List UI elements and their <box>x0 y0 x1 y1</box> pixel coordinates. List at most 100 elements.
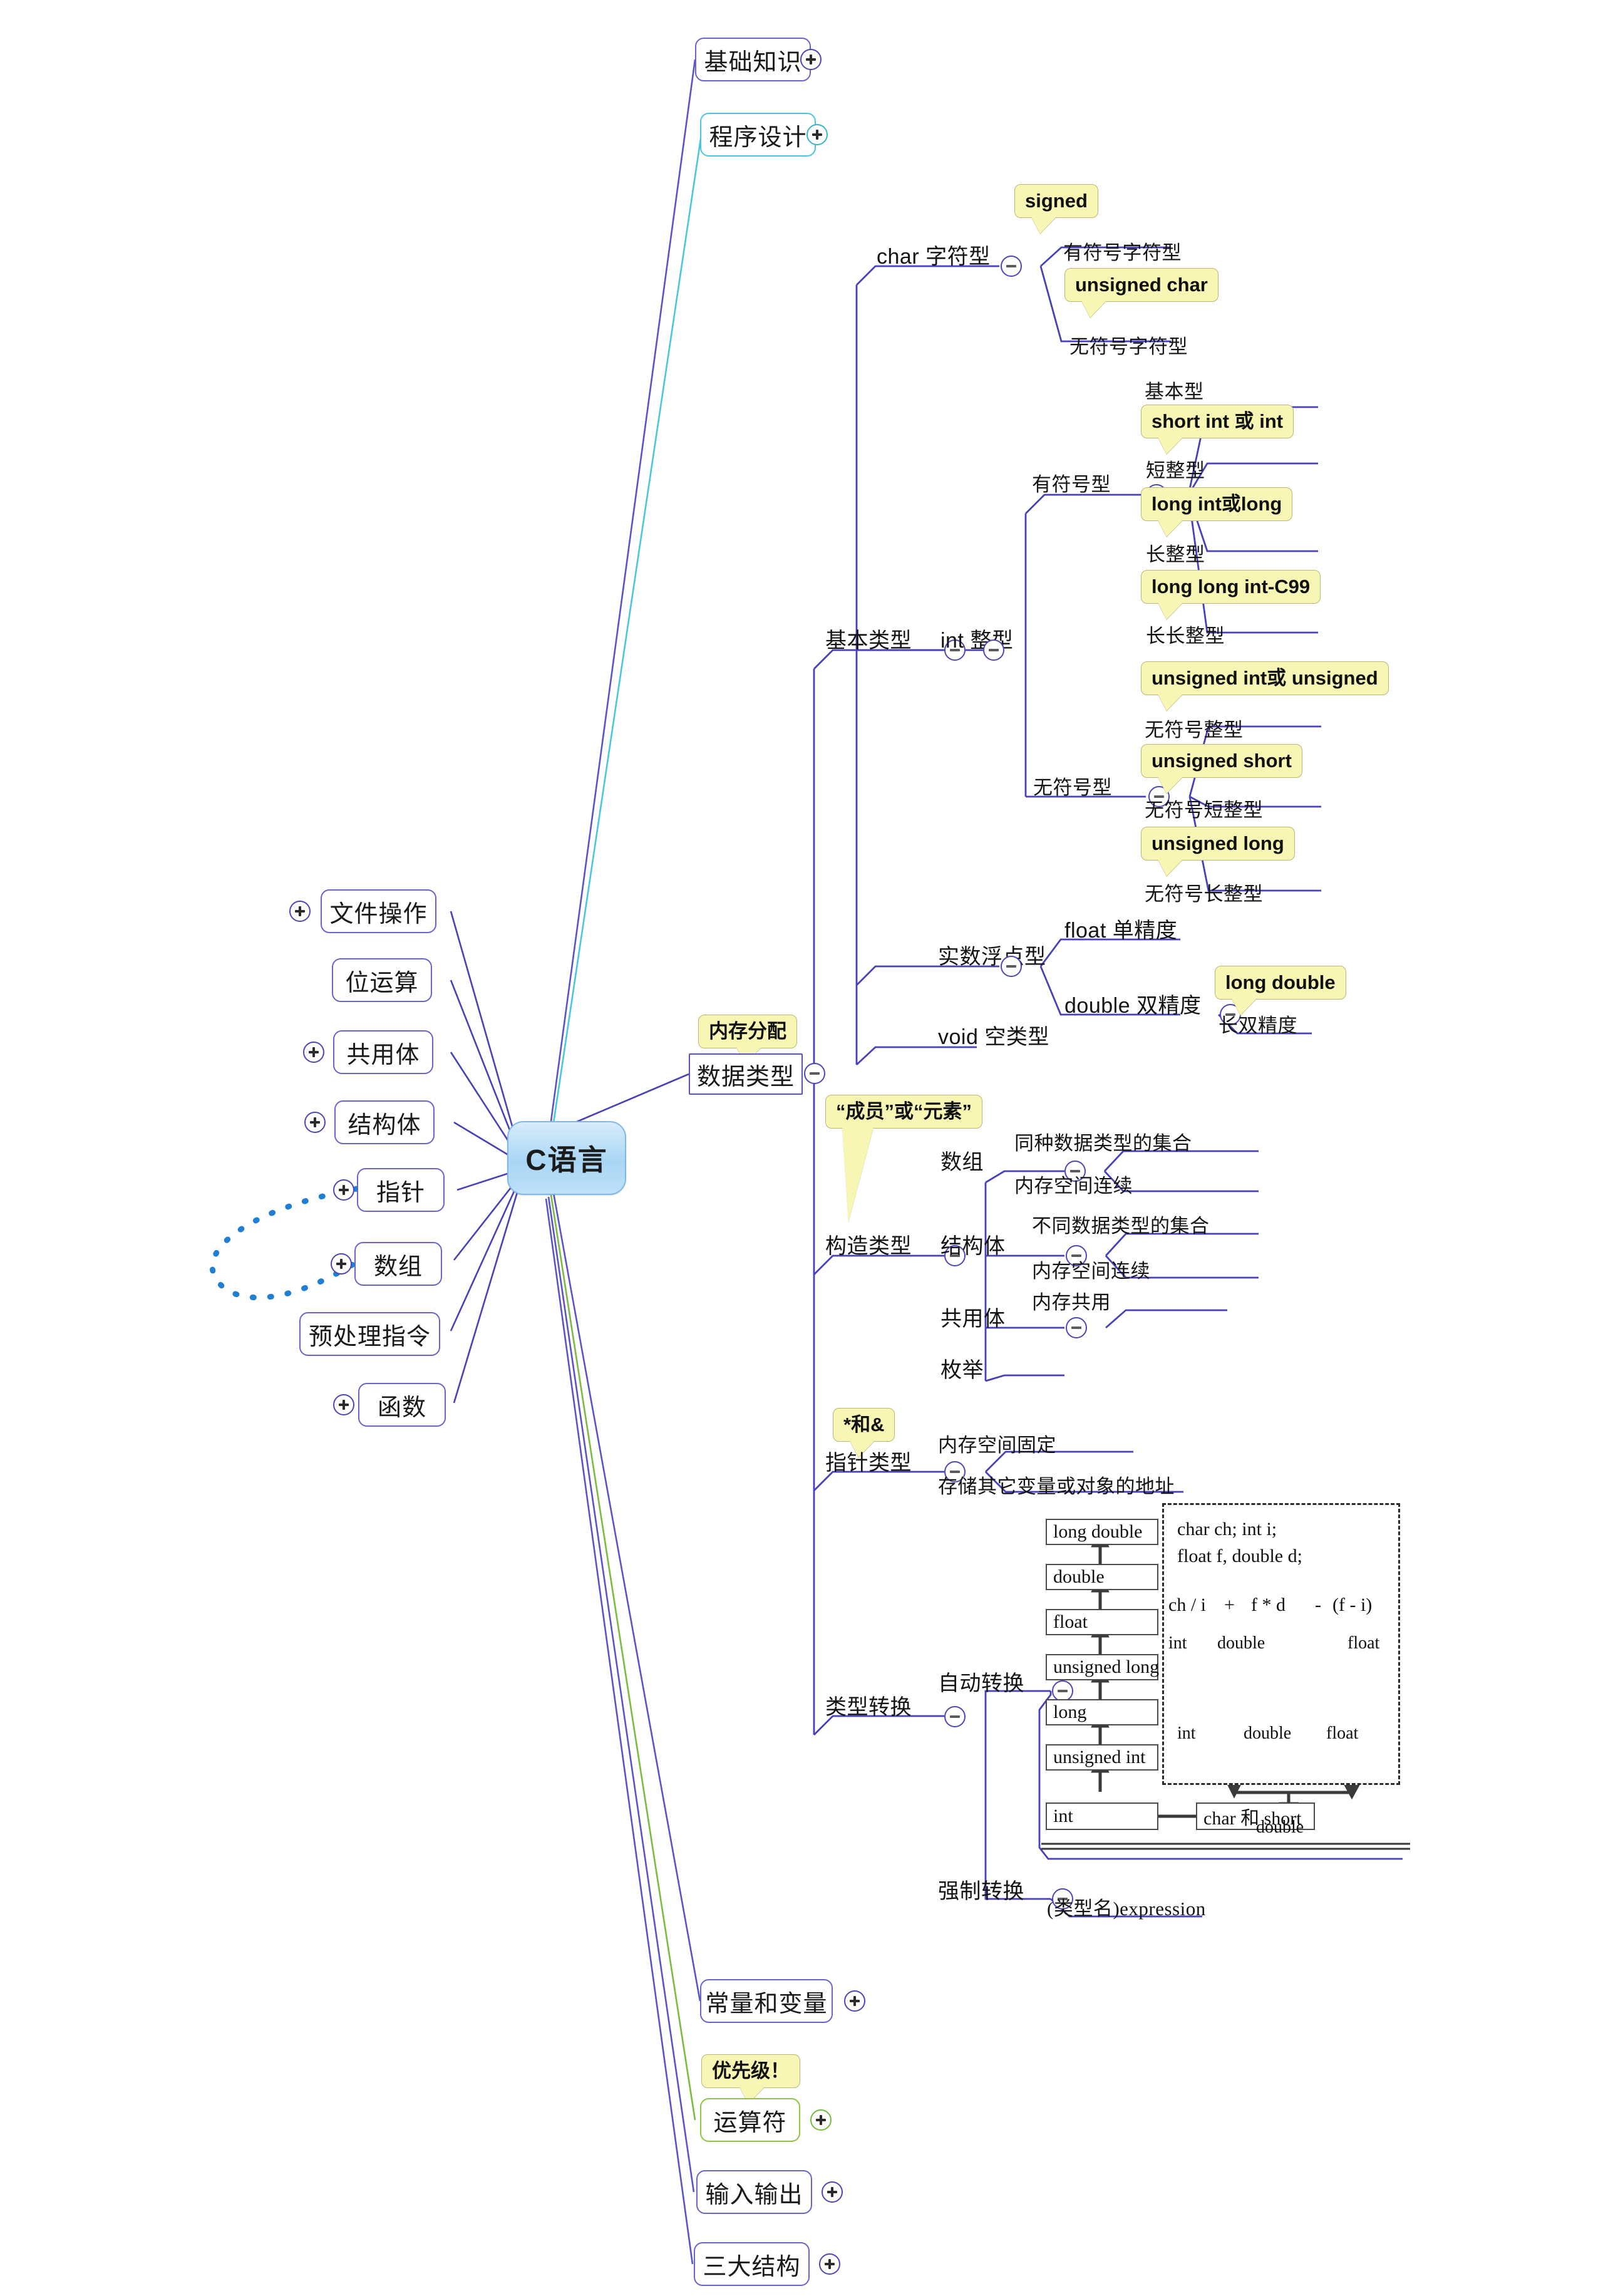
node-label: 位运算 <box>345 970 419 996</box>
callout-tail <box>1158 602 1183 620</box>
label-type-conversion[interactable]: 类型转换 <box>825 1690 912 1720</box>
toggle-file-operations[interactable] <box>289 901 311 922</box>
label-unsigned-char[interactable]: 无符号字符型 <box>1069 331 1188 359</box>
callout-unsigned-int: unsigned int或 unsigned <box>1141 661 1389 711</box>
expr-op-minus: - <box>1315 1595 1321 1615</box>
callout-label: unsigned char <box>1075 274 1208 296</box>
label-void-type[interactable]: void 空类型 <box>938 1020 1049 1050</box>
toggle-three-structures[interactable] <box>819 2253 840 2275</box>
label-unsigned-long[interactable]: 无符号长整型 <box>1145 878 1263 906</box>
label-constructed-type[interactable]: 构造类型 <box>825 1229 912 1259</box>
node-struct[interactable]: 结构体 <box>334 1100 435 1144</box>
ladder-box-unsigned-int: unsigned int <box>1046 1744 1158 1771</box>
label-char-type[interactable]: char 字符型 <box>877 239 991 270</box>
example-declaration-line-2: float f, double d; <box>1177 1546 1302 1566</box>
callout-long-double: long double <box>1215 966 1346 1016</box>
connector-lines <box>209 59 1403 2265</box>
expr-level1-int: int <box>1168 1633 1187 1653</box>
expr-level2-float: float <box>1326 1724 1359 1743</box>
node-union[interactable]: 共用体 <box>333 1030 433 1074</box>
label-struct-node[interactable]: 结构体 <box>940 1229 1006 1259</box>
node-label: 常量和变量 <box>705 1990 828 2017</box>
node-input-output[interactable]: 输入输出 <box>696 2170 812 2214</box>
expr-term-f-mul-d: f * d <box>1251 1595 1286 1615</box>
label-long-double-precision[interactable]: 长双精度 <box>1219 1010 1297 1038</box>
label-union-node[interactable]: 共用体 <box>940 1301 1006 1332</box>
label-basic-type[interactable]: 基本类型 <box>825 623 912 654</box>
ladder-box-long: long <box>1046 1699 1158 1725</box>
toggle-function[interactable] <box>333 1394 354 1415</box>
label-forced-conversion[interactable]: 强制转换 <box>938 1874 1024 1905</box>
callout-priority: 优先级！ <box>701 2054 800 2104</box>
toggle-float-type[interactable] <box>1001 956 1022 977</box>
label-float-type[interactable]: 实数浮点型 <box>938 939 1046 970</box>
toggle-data-type[interactable] <box>804 1063 825 1084</box>
label-array-contiguous[interactable]: 内存空间连续 <box>1014 1170 1133 1198</box>
toggle-union-node[interactable] <box>1066 1317 1087 1338</box>
ladder-label: int <box>1053 1806 1073 1826</box>
callout-long-long-int: long long int-C99 <box>1141 570 1321 620</box>
label-double-precision[interactable]: double 双精度 <box>1064 988 1202 1019</box>
toggle-auto-conversion[interactable] <box>1052 1680 1073 1702</box>
toggle-struct[interactable] <box>304 1112 326 1133</box>
node-basic-knowledge[interactable]: 基础知识 <box>695 38 811 81</box>
label-short-int[interactable]: 短整型 <box>1146 455 1205 483</box>
label-fixed-memory[interactable]: 内存空间固定 <box>938 1429 1056 1457</box>
label-long-long-int[interactable]: 长长整型 <box>1146 620 1225 648</box>
label-unsigned-short[interactable]: 无符号短整型 <box>1145 794 1263 822</box>
callout-label: signed <box>1025 190 1088 212</box>
callout-member-element: “成员”或“元素” <box>825 1095 982 1223</box>
callout-label: “成员”或“元素” <box>836 1100 972 1122</box>
callout-label: *和& <box>843 1414 885 1435</box>
label-array-same-type[interactable]: 同种数据类型的集合 <box>1014 1127 1192 1156</box>
toggle-constants-variables[interactable] <box>844 1990 865 2012</box>
node-program-design[interactable]: 程序设计 <box>700 113 816 157</box>
label-unsigned-int-group[interactable]: 无符号型 <box>1033 772 1112 800</box>
callout-label: unsigned short <box>1152 750 1292 772</box>
node-file-operations[interactable]: 文件操作 <box>321 889 436 933</box>
node-preprocessor[interactable]: 预处理指令 <box>299 1312 440 1356</box>
toggle-array[interactable] <box>331 1253 352 1275</box>
central-topic[interactable]: C语言 <box>507 1121 626 1195</box>
node-three-structures[interactable]: 三大结构 <box>694 2242 810 2286</box>
label-signed-int[interactable]: 有符号型 <box>1032 468 1111 497</box>
label-enum-node[interactable]: 枚举 <box>940 1353 984 1383</box>
toggle-type-conversion[interactable] <box>944 1706 966 1727</box>
ladder-label: unsigned long <box>1053 1657 1160 1677</box>
label-float-single[interactable]: float 单精度 <box>1064 913 1177 944</box>
label-basic-int[interactable]: 基本型 <box>1145 376 1204 404</box>
label-struct-contiguous[interactable]: 内存空间连续 <box>1032 1255 1150 1283</box>
label-struct-diff-type[interactable]: 不同数据类型的集合 <box>1032 1210 1210 1238</box>
node-label: 指针 <box>376 1179 425 1206</box>
label-signed-char[interactable]: 有符号字符型 <box>1063 237 1182 265</box>
toggle-operators[interactable] <box>810 2109 832 2131</box>
toggle-int-type[interactable] <box>983 639 1004 661</box>
toggle-program-design[interactable] <box>806 124 828 145</box>
node-array[interactable]: 数组 <box>354 1242 442 1286</box>
node-data-type[interactable]: 数据类型 <box>689 1053 803 1095</box>
label-memory-shared[interactable]: 内存共用 <box>1032 1286 1111 1315</box>
label-pointer-type[interactable]: 指针类型 <box>825 1445 912 1476</box>
callout-label: long double <box>1225 971 1336 993</box>
label-auto-conversion[interactable]: 自动转换 <box>938 1666 1024 1697</box>
mindmap-canvas: C语言 基础知识 程序设计 文件操作 位运算 共用体 结构体 指针 数组 预处理… <box>0 0 1623 2296</box>
node-function[interactable]: 函数 <box>358 1383 446 1427</box>
callout-label: unsigned long <box>1152 832 1284 854</box>
toggle-basic-knowledge[interactable] <box>800 49 822 70</box>
callout-signed: signed <box>1014 184 1098 234</box>
node-operators[interactable]: 运算符 <box>700 2098 800 2142</box>
label-cast-expression[interactable]: (类型名)expression <box>1047 1893 1206 1921</box>
label-stores-address[interactable]: 存储其它变量或对象的地址 <box>938 1471 1175 1499</box>
label-long-int[interactable]: 长整型 <box>1146 539 1205 567</box>
toggle-pointer[interactable] <box>333 1179 354 1201</box>
node-pointer[interactable]: 指针 <box>357 1168 445 1212</box>
node-constants-variables[interactable]: 常量和变量 <box>700 1979 833 2023</box>
label-unsigned-int[interactable]: 无符号整型 <box>1145 714 1244 742</box>
toggle-union[interactable] <box>303 1042 324 1063</box>
expr-term-ch-div-i: ch / i <box>1168 1595 1206 1615</box>
toggle-char-type[interactable] <box>1001 256 1022 277</box>
callout-short-int: short int 或 int <box>1141 405 1294 455</box>
node-bit-operations[interactable]: 位运算 <box>332 958 432 1002</box>
toggle-input-output[interactable] <box>822 2181 843 2203</box>
label-array-node[interactable]: 数组 <box>940 1145 984 1176</box>
